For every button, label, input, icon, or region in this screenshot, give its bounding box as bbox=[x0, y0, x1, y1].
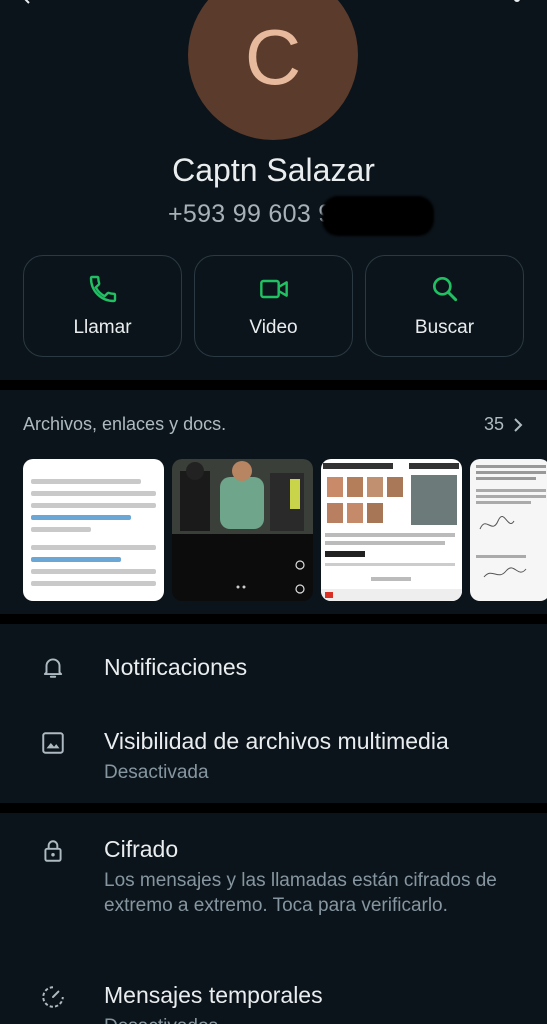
bell-icon bbox=[43, 658, 63, 678]
media-section-header[interactable]: Archivos, enlaces y docs. 35 bbox=[23, 414, 524, 435]
avatar[interactable]: C bbox=[188, 0, 358, 140]
media-thumbnail[interactable] bbox=[23, 459, 164, 601]
disappearing-title: Mensajes temporales bbox=[104, 982, 323, 1008]
back-arrow-icon[interactable] bbox=[22, 0, 38, 4]
video-label: Video bbox=[249, 317, 298, 338]
notifications-row[interactable]: Notificaciones bbox=[0, 636, 547, 700]
media-title: Archivos, enlaces y docs. bbox=[23, 414, 227, 434]
search-label: Buscar bbox=[414, 317, 475, 338]
lock-icon bbox=[44, 840, 62, 862]
media-thumbnails bbox=[23, 459, 547, 601]
action-buttons: Llamar Video Buscar bbox=[23, 255, 524, 357]
timer-icon bbox=[42, 986, 64, 1008]
avatar-letter: C bbox=[244, 12, 302, 101]
photo-thumbnail-image bbox=[172, 459, 313, 594]
notifications-title: Notificaciones bbox=[104, 654, 248, 680]
section-divider bbox=[0, 380, 547, 390]
media-visibility-title: Visibilidad de archivos multimedia bbox=[104, 728, 449, 754]
video-icon bbox=[259, 279, 288, 299]
media-count-wrap[interactable]: 35 bbox=[484, 414, 524, 435]
redaction-mark bbox=[322, 196, 434, 236]
media-thumbnail[interactable] bbox=[172, 459, 313, 601]
media-count: 35 bbox=[483, 414, 504, 434]
encryption-title: Cifrado bbox=[104, 836, 179, 862]
media-thumbnail[interactable] bbox=[470, 459, 547, 601]
contact-phone: +593 99 603 9 bbox=[168, 200, 333, 228]
disappearing-messages-row[interactable]: Mensajes temporales Desactivados bbox=[0, 970, 547, 1024]
chevron-right-icon bbox=[514, 417, 523, 432]
video-button[interactable]: Video bbox=[194, 255, 353, 357]
phone-icon bbox=[89, 275, 116, 303]
article-thumbnail-image bbox=[321, 463, 462, 601]
search-button[interactable]: Buscar bbox=[365, 255, 524, 357]
disappearing-subtitle: Desactivados bbox=[104, 1014, 524, 1024]
encryption-row[interactable]: Cifrado Los mensajes y las llamadas está… bbox=[0, 822, 547, 952]
contact-name: Captn Salazar bbox=[172, 152, 375, 188]
encryption-subtitle: Los mensajes y las llamadas están cifrad… bbox=[104, 870, 497, 916]
media-thumbnail[interactable] bbox=[321, 459, 462, 601]
section-divider bbox=[0, 614, 547, 624]
section-divider bbox=[0, 803, 547, 813]
call-button[interactable]: Llamar bbox=[23, 255, 182, 357]
media-visibility-row[interactable]: Visibilidad de archivos multimedia Desac… bbox=[0, 712, 547, 792]
call-label: Llamar bbox=[73, 317, 132, 338]
document-thumbnail-image bbox=[476, 465, 546, 578]
search-icon bbox=[432, 277, 457, 302]
image-icon bbox=[42, 732, 64, 754]
more-options-icon[interactable] bbox=[513, 0, 521, 4]
media-visibility-subtitle: Desactivada bbox=[104, 762, 209, 783]
